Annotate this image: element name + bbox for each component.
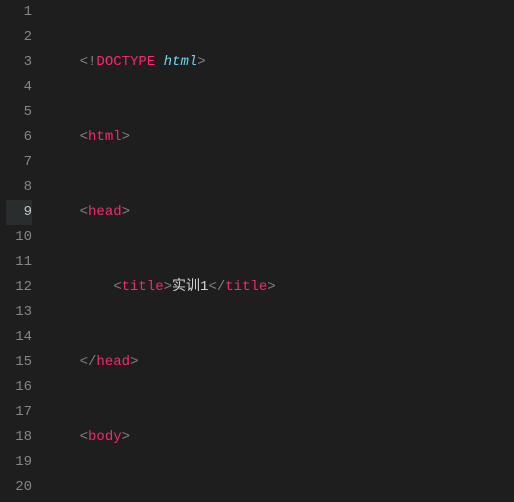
line-number: 4 xyxy=(6,75,32,100)
line-number: 7 xyxy=(6,150,32,175)
line-number: 3 xyxy=(6,50,32,75)
line-number: 12 xyxy=(6,275,32,300)
code-line[interactable]: <title>实训1</title> xyxy=(42,275,514,300)
line-number: 17 xyxy=(6,400,32,425)
line-number: 2 xyxy=(6,25,32,50)
line-number: 16 xyxy=(6,375,32,400)
line-number: 9 xyxy=(6,200,32,225)
code-line[interactable]: <!DOCTYPE html> xyxy=(42,50,514,75)
line-number: 1 xyxy=(6,0,32,25)
line-number: 11 xyxy=(6,250,32,275)
code-line[interactable]: <body> xyxy=(42,425,514,450)
line-number-gutter: 1 2 3 4 5 6 7 8 9 10 11 12 13 14 15 16 1… xyxy=(0,0,42,502)
line-number: 14 xyxy=(6,325,32,350)
line-number: 20 xyxy=(6,475,32,500)
code-line[interactable]: <html> xyxy=(42,125,514,150)
line-number: 8 xyxy=(6,175,32,200)
line-number: 15 xyxy=(6,350,32,375)
line-number: 18 xyxy=(6,425,32,450)
code-area[interactable]: <!DOCTYPE html> <html> <head> <title>实训1… xyxy=(42,0,514,502)
code-editor[interactable]: 1 2 3 4 5 6 7 8 9 10 11 12 13 14 15 16 1… xyxy=(0,0,514,502)
line-number: 19 xyxy=(6,450,32,475)
code-line[interactable]: </head> xyxy=(42,350,514,375)
line-number: 5 xyxy=(6,100,32,125)
line-number: 10 xyxy=(6,225,32,250)
line-number: 6 xyxy=(6,125,32,150)
line-number: 13 xyxy=(6,300,32,325)
code-line[interactable]: <head> xyxy=(42,200,514,225)
